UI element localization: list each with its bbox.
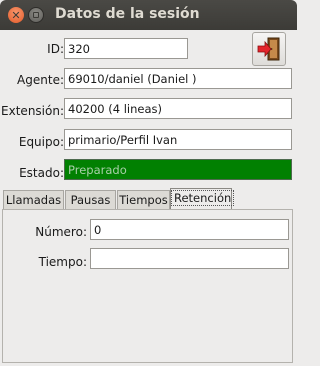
logout-door-icon [257,37,280,61]
tab-tiempos[interactable]: Tiempos [117,190,170,210]
id-label: ID: [47,42,64,56]
tab-pausas[interactable]: Pausas [65,190,116,210]
tab-retencion[interactable]: Retención [170,188,235,210]
agent-label: Agente: [17,73,64,87]
team-field[interactable]: primario/Perfil Ivan [64,129,292,150]
team-label: Equipo: [18,135,64,149]
status-label: Estado: [19,166,64,180]
session-panel: ID: 320 Agente: 69010/daniel (Daniel ) E… [0,30,297,366]
tab-label: Retención [171,190,235,206]
time-label: Tiempo: [38,255,87,269]
status-field: Preparado [64,159,292,180]
retention-panel: Número: 0 Tiempo: [2,209,293,363]
tab-llamadas[interactable]: Llamadas [3,190,64,210]
logout-button[interactable] [252,32,286,66]
window-title: Datos de la sesión [55,6,200,22]
window-minimize-button[interactable] [28,7,44,23]
number-field[interactable]: 0 [90,219,289,240]
time-field[interactable] [90,248,289,269]
window-close-button[interactable]: ✕ [8,7,24,23]
tab-label: Llamadas [5,193,62,207]
tab-label: Tiempos [119,193,168,207]
extension-label: Extensión: [1,104,64,118]
tab-label: Pausas [70,193,111,207]
extension-field[interactable]: 40200 (4 lineas) [64,98,292,119]
number-label: Número: [35,225,87,239]
close-icon: ✕ [11,8,21,22]
agent-field[interactable]: 69010/daniel (Daniel ) [64,68,292,89]
restore-icon [33,12,39,18]
id-field[interactable]: 320 [64,38,188,59]
window-titlebar[interactable]: ✕ Datos de la sesión [0,0,297,30]
